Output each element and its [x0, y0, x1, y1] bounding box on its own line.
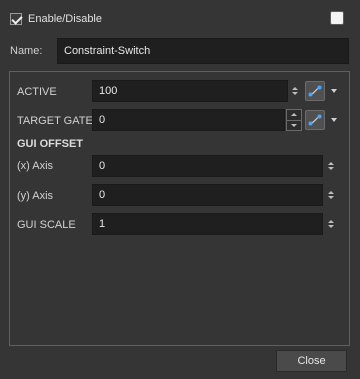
enable-checkbox[interactable] [10, 13, 22, 25]
name-label: Name: [10, 45, 43, 57]
name-field[interactable]: Constraint-Switch [57, 38, 349, 64]
function-curve-icon [308, 114, 322, 126]
spin-down-icon [328, 196, 334, 199]
arrow-up-icon [291, 113, 297, 117]
gui-scale-spin-arrows[interactable] [326, 213, 336, 235]
target-gate-stepper[interactable] [286, 109, 302, 131]
active-spin-arrows[interactable] [290, 80, 300, 102]
active-label: ACTIVE [17, 86, 57, 98]
y-axis-spin-arrows[interactable] [326, 184, 336, 206]
stepper-down-button[interactable] [286, 120, 302, 131]
y-axis-label: (y) Axis [17, 190, 54, 202]
x-axis-field[interactable]: 0 [92, 155, 323, 177]
active-function-button[interactable] [305, 81, 325, 101]
active-caret-down-icon[interactable] [331, 89, 337, 93]
target-gate-caret-down-icon[interactable] [331, 118, 337, 122]
x-axis-spin-arrows[interactable] [326, 155, 336, 177]
y-axis-field[interactable]: 0 [92, 184, 323, 206]
spin-up-icon [328, 162, 334, 165]
gui-scale-field[interactable]: 1 [92, 213, 323, 235]
arrow-down-icon [291, 123, 297, 127]
spin-down-icon [292, 92, 298, 95]
active-field[interactable]: 100 [92, 80, 288, 102]
gui-scale-label: GUI SCALE [17, 219, 76, 231]
enable-row[interactable]: Enable/Disable [10, 11, 102, 27]
layer-color-swatch[interactable] [330, 11, 344, 25]
spin-down-icon [328, 225, 334, 228]
close-button[interactable]: Close [276, 350, 347, 372]
spin-up-icon [292, 87, 298, 90]
spin-up-icon [328, 220, 334, 223]
function-curve-icon [308, 85, 322, 97]
spin-down-icon [328, 167, 334, 170]
spin-up-icon [328, 191, 334, 194]
gui-offset-heading: GUI OFFSET [17, 138, 83, 150]
x-axis-label: (x) Axis [17, 160, 54, 172]
stepper-up-button[interactable] [286, 109, 302, 121]
target-gate-field[interactable]: 0 [92, 109, 285, 131]
enable-label: Enable/Disable [28, 13, 102, 25]
layer-properties-dialog: Enable/Disable Name: Constraint-Switch A… [0, 0, 360, 379]
target-gate-label: TARGET GATE [17, 115, 93, 127]
target-gate-function-button[interactable] [305, 110, 325, 130]
